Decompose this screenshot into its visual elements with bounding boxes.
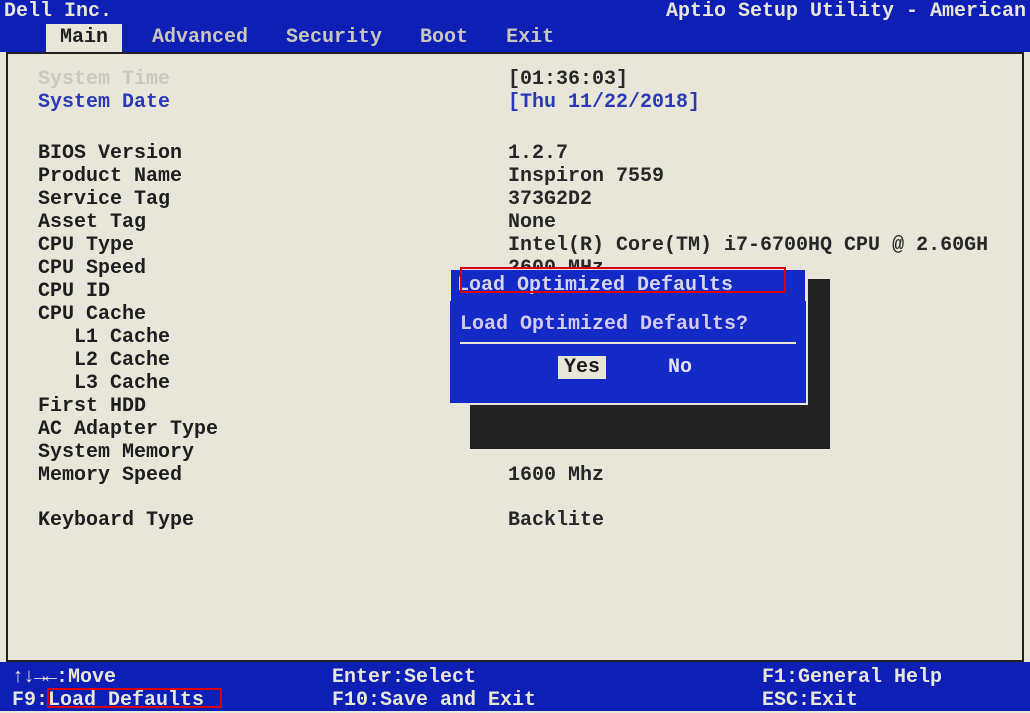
label-cpu-type: CPU Type — [38, 234, 508, 257]
label-system-memory: System Memory — [38, 441, 508, 464]
label-bios-version: BIOS Version — [38, 142, 508, 165]
value-system-date: [Thu 11/22/2018] — [508, 91, 700, 114]
main-panel: System Time [01:36:03] System Date [Thu … — [6, 52, 1024, 662]
dialog-message: Load Optimized Defaults? — [460, 313, 748, 336]
row-memory-speed: Memory Speed 1600 Mhz — [38, 464, 1004, 487]
bios-header: Dell Inc. Aptio Setup Utility - American — [0, 0, 1030, 24]
vendor-name: Dell Inc. — [4, 0, 112, 24]
value-asset-tag: None — [508, 211, 556, 234]
footer-bar: ↑↓→←:Move Enter:Select F1:General Help F… — [0, 662, 1030, 711]
label-l3-cache: L3 Cache — [38, 372, 508, 395]
value-system-time: [01:36:03] — [508, 68, 628, 91]
hint-f9-label: Load Defaults — [48, 689, 204, 712]
row-system-date[interactable]: System Date [Thu 11/22/2018] — [38, 91, 1004, 114]
hint-enter: Enter:Select — [332, 666, 762, 689]
row-cpu-type: CPU Type Intel(R) Core(TM) i7-6700HQ CPU… — [38, 234, 1004, 257]
label-system-date: System Date — [38, 91, 508, 114]
hint-esc: ESC:Exit — [762, 689, 1020, 712]
value-keyboard-type: Backlite — [508, 509, 604, 532]
load-defaults-dialog: Load Optimized Defaults Load Optimized D… — [448, 267, 808, 405]
hint-move: :Move — [56, 666, 116, 689]
label-asset-tag: Asset Tag — [38, 211, 508, 234]
row-product-name: Product Name Inspiron 7559 — [38, 165, 1004, 188]
tab-main[interactable]: Main — [46, 24, 122, 52]
value-product-name: Inspiron 7559 — [508, 165, 664, 188]
row-asset-tag: Asset Tag None — [38, 211, 1004, 234]
utility-name: Aptio Setup Utility - American — [666, 0, 1026, 24]
label-cpu-speed: CPU Speed — [38, 257, 508, 280]
tab-boot[interactable]: Boot — [412, 24, 476, 52]
label-system-time: System Time — [38, 68, 508, 91]
label-service-tag: Service Tag — [38, 188, 508, 211]
hint-f9-key: F9: — [12, 689, 48, 712]
dialog-yes-button[interactable]: Yes — [558, 356, 606, 379]
value-memory-speed: 1600 Mhz — [508, 464, 604, 487]
value-service-tag: 373G2D2 — [508, 188, 592, 211]
tab-exit[interactable]: Exit — [498, 24, 562, 52]
label-ac-adapter: AC Adapter Type — [38, 418, 508, 441]
label-l1-cache: L1 Cache — [38, 326, 508, 349]
hint-f10: F10:Save and Exit — [332, 689, 762, 712]
label-cpu-id: CPU ID — [38, 280, 508, 303]
label-cpu-cache: CPU Cache — [38, 303, 508, 326]
row-keyboard-type: Keyboard Type Backlite — [38, 509, 1004, 532]
value-bios-version: 1.2.7 — [508, 142, 568, 165]
dialog-title: Load Optimized Defaults — [448, 267, 808, 301]
hint-f1: F1:General Help — [762, 666, 1020, 689]
value-cpu-type: Intel(R) Core(TM) i7-6700HQ CPU @ 2.60GH — [508, 234, 988, 257]
arrow-keys-icon: ↑↓→← — [12, 666, 56, 689]
label-first-hdd: First HDD — [38, 395, 508, 418]
row-system-time[interactable]: System Time [01:36:03] — [38, 68, 1004, 91]
row-bios-version: BIOS Version 1.2.7 — [38, 142, 1004, 165]
tab-bar: Main Advanced Security Boot Exit — [0, 24, 1030, 52]
label-product-name: Product Name — [38, 165, 508, 188]
dialog-no-button[interactable]: No — [662, 356, 698, 379]
label-memory-speed: Memory Speed — [38, 464, 508, 487]
tab-advanced[interactable]: Advanced — [144, 24, 256, 52]
row-service-tag: Service Tag 373G2D2 — [38, 188, 1004, 211]
label-l2-cache: L2 Cache — [38, 349, 508, 372]
label-keyboard-type: Keyboard Type — [38, 509, 508, 532]
tab-security[interactable]: Security — [278, 24, 390, 52]
